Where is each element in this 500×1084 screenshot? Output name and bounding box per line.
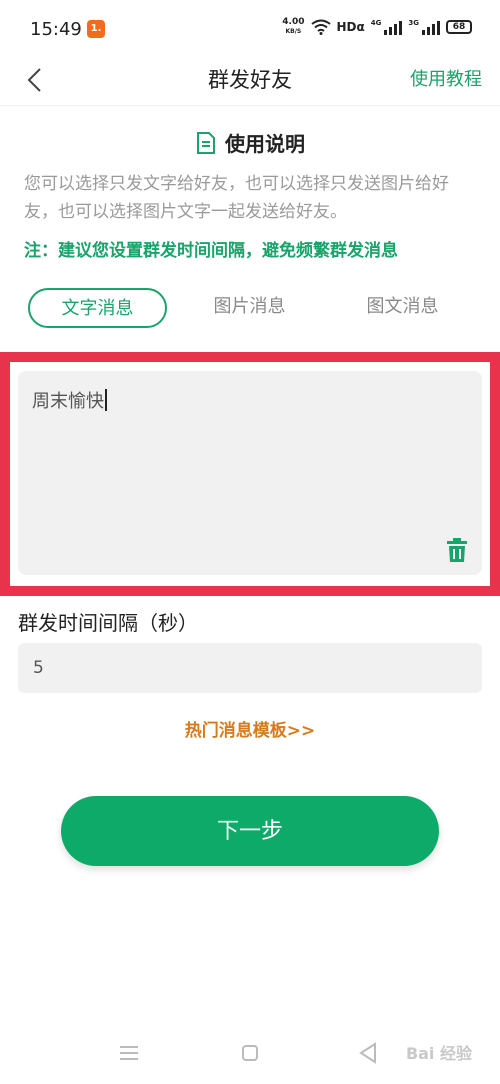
usage-description: 您可以选择只发文字给好友，也可以选择只发送图片给好友，也可以选择图片文字一起发送… xyxy=(24,174,449,222)
text-cursor xyxy=(105,389,107,411)
signal-2-label: 3G xyxy=(408,19,419,27)
message-text-wrap: 周末愉快 xyxy=(32,387,107,413)
message-textarea[interactable]: 周末愉快 xyxy=(18,371,482,575)
message-type-tabs: 文字消息 图片消息 图文消息 xyxy=(0,288,500,330)
signal-icon-2: 3G xyxy=(408,19,440,35)
usage-title: 使用说明 xyxy=(225,132,305,156)
hot-template-link[interactable]: 热门消息模板>> xyxy=(0,716,500,741)
next-step-button[interactable]: 下一步 xyxy=(61,796,439,866)
interval-input[interactable]: 5 xyxy=(18,643,482,693)
hd-indicator: HDα xyxy=(336,20,365,34)
watermark: Bai 经验 xyxy=(405,1044,472,1063)
tab-image-text-message[interactable]: 图文消息 xyxy=(333,288,472,328)
status-bar: 15:49 1. 4.00 KB/S HDα 4G 3G 68 xyxy=(0,0,500,56)
menu-icon[interactable] xyxy=(118,1044,140,1062)
status-indicators: 4.00 KB/S HDα 4G 3G 68 xyxy=(282,18,472,36)
battery-icon: 68 xyxy=(446,20,472,34)
home-square-icon[interactable] xyxy=(241,1044,259,1062)
back-triangle-icon[interactable] xyxy=(358,1042,378,1064)
wifi-icon xyxy=(310,19,331,35)
app-notification-icon: 1. xyxy=(87,20,105,38)
status-time: 15:49 xyxy=(30,19,82,40)
trash-icon[interactable] xyxy=(446,537,468,563)
message-text: 周末愉快 xyxy=(32,391,104,412)
back-chevron-icon[interactable] xyxy=(24,66,48,94)
usage-title-row: 使用说明 xyxy=(0,128,500,157)
document-icon xyxy=(197,131,215,154)
network-speed-unit: KB/S xyxy=(285,28,302,35)
network-speed-value: 4.00 xyxy=(282,17,305,27)
signal-icon-1: 4G xyxy=(371,19,403,35)
system-nav-bar: Bai 经验 xyxy=(0,1030,500,1084)
header: 群发好友 使用教程 xyxy=(0,56,500,106)
tab-image-message[interactable]: 图片消息 xyxy=(180,288,319,328)
signal-1-label: 4G xyxy=(370,19,382,27)
usage-note: 注：建议您设置群发时间间隔，避免频繁群发消息 xyxy=(24,241,398,261)
interval-label: 群发时间间隔（秒） xyxy=(18,611,198,635)
tutorial-link[interactable]: 使用教程 xyxy=(410,65,482,91)
network-speed: 4.00 KB/S xyxy=(282,18,304,36)
tab-text-message[interactable]: 文字消息 xyxy=(28,288,167,328)
